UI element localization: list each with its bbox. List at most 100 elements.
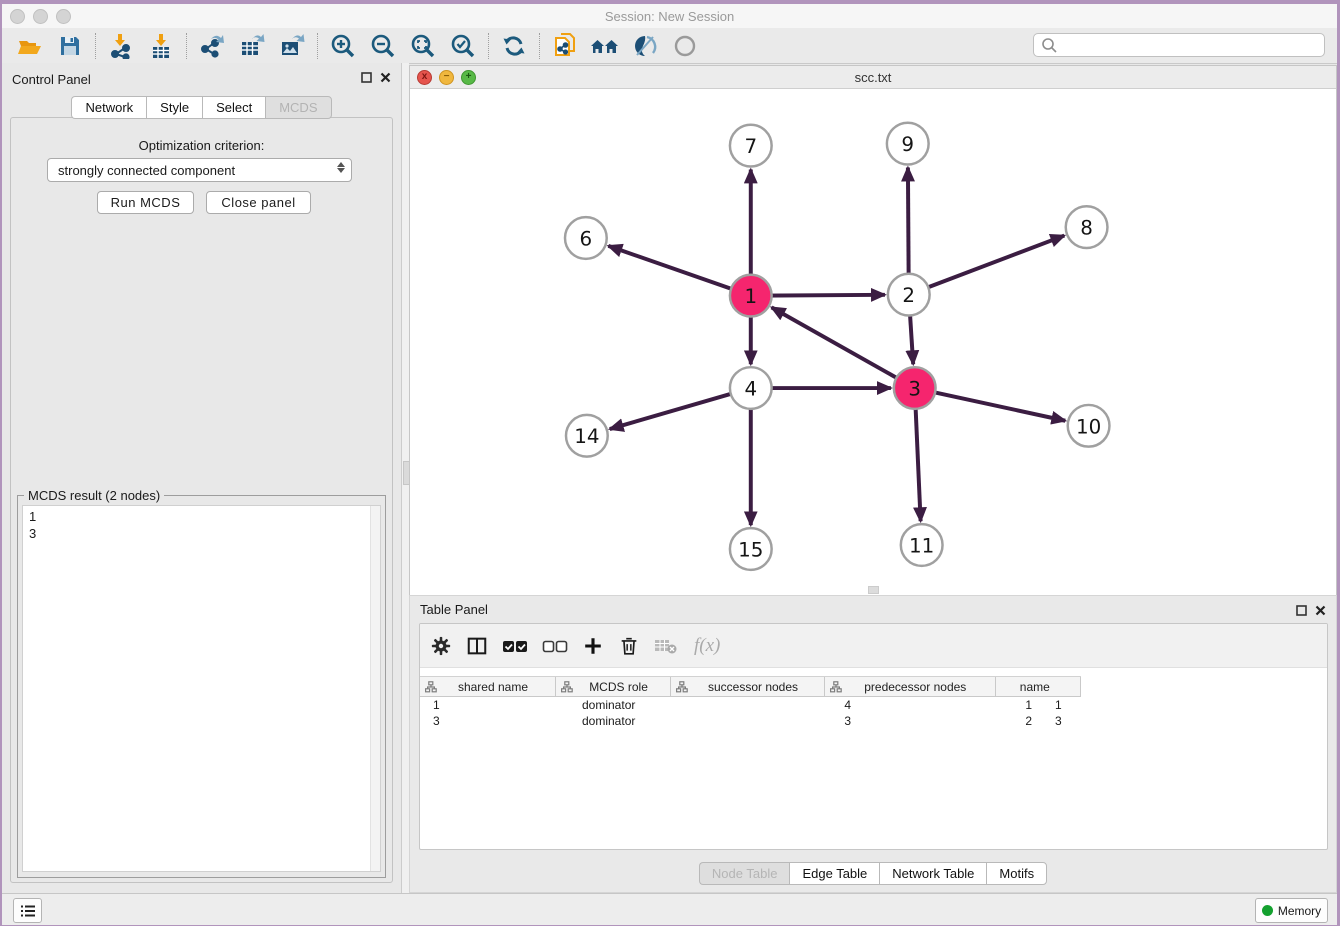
network-graph[interactable]: 7 9 6 8 1 2 4 3 14 10 15 11 bbox=[410, 88, 1336, 592]
close-panel-icon[interactable] bbox=[380, 72, 391, 83]
style-brush-button[interactable] bbox=[625, 31, 665, 61]
network-titlebar: x − + scc.txt bbox=[410, 66, 1336, 89]
table-tab-network-table[interactable]: Network Table bbox=[879, 862, 986, 885]
table-row[interactable]: 3dominator323 bbox=[420, 713, 1327, 729]
import-table-icon bbox=[148, 33, 174, 59]
table-cell[interactable]: 4 bbox=[697, 698, 861, 712]
tab-network[interactable]: Network bbox=[71, 96, 146, 119]
select-all-columns-button[interactable] bbox=[502, 638, 528, 654]
graph-node-3[interactable]: 3 bbox=[894, 367, 936, 409]
search-input[interactable] bbox=[1060, 38, 1324, 53]
graph-edge-3-10[interactable] bbox=[915, 388, 1066, 421]
graph-edge-3-1[interactable] bbox=[772, 307, 915, 388]
table-cell[interactable]: dominator bbox=[569, 698, 697, 712]
result-scrollbar[interactable] bbox=[370, 506, 380, 871]
network-title: scc.txt bbox=[410, 70, 1336, 85]
network-window: x − + scc.txt 7 9 6 8 1 2 4 3 14 10 15 11 bbox=[409, 65, 1337, 596]
graph-node-2[interactable]: 2 bbox=[888, 274, 930, 316]
graph-edge-2-8[interactable] bbox=[909, 236, 1065, 295]
import-network-button[interactable] bbox=[101, 31, 141, 61]
deselect-all-columns-button[interactable] bbox=[542, 638, 568, 654]
import-table-button[interactable] bbox=[141, 31, 181, 61]
table-cell[interactable]: 3 bbox=[697, 714, 861, 728]
svg-text:6: 6 bbox=[580, 228, 593, 251]
table-cell[interactable]: 1 bbox=[420, 698, 569, 712]
table-tab-edge-table[interactable]: Edge Table bbox=[789, 862, 879, 885]
graph-node-1[interactable]: 1 bbox=[730, 275, 772, 317]
home-networks-button[interactable] bbox=[585, 31, 625, 61]
export-network-button[interactable] bbox=[192, 31, 232, 61]
table-cell[interactable]: 3 bbox=[1042, 714, 1140, 728]
tab-select[interactable]: Select bbox=[202, 96, 265, 119]
hide-panel-button[interactable] bbox=[665, 31, 705, 61]
zoom-fit-button[interactable] bbox=[403, 31, 443, 61]
table-cell[interactable]: 2 bbox=[861, 714, 1042, 728]
window-titlebar: Session: New Session bbox=[2, 4, 1337, 28]
graph-node-15[interactable]: 15 bbox=[730, 528, 772, 570]
save-session-button[interactable] bbox=[50, 31, 90, 61]
window-title: Session: New Session bbox=[2, 9, 1337, 24]
table-tabs: Node TableEdge TableNetwork TableMotifs bbox=[410, 862, 1336, 885]
automation-panel-button[interactable] bbox=[13, 898, 42, 923]
optimization-criterion-select[interactable]: strongly connected component bbox=[47, 158, 352, 182]
table-settings-button[interactable] bbox=[430, 635, 452, 657]
delete-column-button[interactable] bbox=[618, 635, 640, 657]
zoom-in-button[interactable] bbox=[323, 31, 363, 61]
svg-text:4: 4 bbox=[744, 378, 757, 401]
column-label: name bbox=[996, 680, 1080, 694]
float-panel-icon[interactable] bbox=[1296, 605, 1307, 616]
table-cell[interactable]: 1 bbox=[861, 698, 1042, 712]
create-column-button[interactable] bbox=[582, 635, 604, 657]
open-folder-icon bbox=[17, 34, 43, 58]
memory-button[interactable]: Memory bbox=[1255, 898, 1328, 923]
graph-node-11[interactable]: 11 bbox=[901, 524, 943, 566]
table-cell[interactable]: dominator bbox=[569, 714, 697, 728]
graph-node-4[interactable]: 4 bbox=[730, 367, 772, 409]
column-header-name[interactable]: name bbox=[996, 677, 1081, 696]
table-tab-node-table[interactable]: Node Table bbox=[699, 862, 790, 885]
table-cell[interactable]: 3 bbox=[420, 714, 569, 728]
graph-node-10[interactable]: 10 bbox=[1068, 405, 1110, 447]
export-image-button[interactable] bbox=[272, 31, 312, 61]
network-resize-grip[interactable] bbox=[868, 586, 879, 594]
tab-mcds[interactable]: MCDS bbox=[265, 96, 331, 119]
close-panel-icon[interactable] bbox=[1315, 605, 1326, 616]
run-mcds-button[interactable]: Run MCDS bbox=[97, 191, 194, 214]
tab-style[interactable]: Style bbox=[146, 96, 202, 119]
clone-network-button[interactable] bbox=[545, 31, 585, 61]
zoom-selected-button[interactable] bbox=[443, 31, 483, 61]
graph-edge-1-6[interactable] bbox=[608, 246, 750, 296]
column-header-predecessor-nodes[interactable]: predecessor nodes bbox=[825, 677, 996, 696]
function-builder-button[interactable]: f(x) bbox=[694, 635, 720, 657]
close-panel-button[interactable]: Close panel bbox=[206, 191, 311, 214]
graph-node-8[interactable]: 8 bbox=[1066, 206, 1108, 248]
delete-table-button[interactable] bbox=[654, 637, 678, 655]
column-header-successor-nodes[interactable]: successor nodes bbox=[671, 677, 825, 696]
column-header-MCDS-role[interactable]: MCDS role bbox=[556, 677, 671, 696]
export-table-button[interactable] bbox=[232, 31, 272, 61]
table-tab-motifs[interactable]: Motifs bbox=[986, 862, 1047, 885]
float-panel-icon[interactable] bbox=[361, 72, 372, 83]
table-cell[interactable]: 1 bbox=[1042, 698, 1140, 712]
table-row[interactable]: 1dominator411 bbox=[420, 697, 1327, 713]
refresh-layout-button[interactable] bbox=[494, 31, 534, 61]
svg-text:8: 8 bbox=[1080, 217, 1093, 240]
graph-node-9[interactable]: 9 bbox=[887, 123, 929, 165]
split-view-button[interactable] bbox=[466, 635, 488, 657]
column-type-icon bbox=[830, 681, 842, 693]
search-box[interactable] bbox=[1033, 33, 1325, 57]
zoom-out-button[interactable] bbox=[363, 31, 403, 61]
select-stepper-icon bbox=[337, 162, 345, 173]
paint-icon bbox=[632, 33, 658, 59]
open-file-button[interactable] bbox=[10, 31, 50, 61]
main-area: Control Panel NetworkStyleSelectMCDS Opt… bbox=[2, 63, 1337, 894]
vertical-splitter[interactable] bbox=[402, 63, 409, 894]
graph-node-14[interactable]: 14 bbox=[566, 415, 608, 457]
graph-node-6[interactable]: 6 bbox=[565, 217, 607, 259]
svg-text:2: 2 bbox=[902, 284, 915, 307]
graph-node-7[interactable]: 7 bbox=[730, 125, 772, 167]
mcds-result-list[interactable]: 13 bbox=[22, 505, 381, 872]
mcds-result-title: MCDS result (2 nodes) bbox=[24, 488, 164, 503]
column-header-shared-name[interactable]: shared name bbox=[420, 677, 556, 696]
memory-status-dot bbox=[1262, 905, 1273, 916]
